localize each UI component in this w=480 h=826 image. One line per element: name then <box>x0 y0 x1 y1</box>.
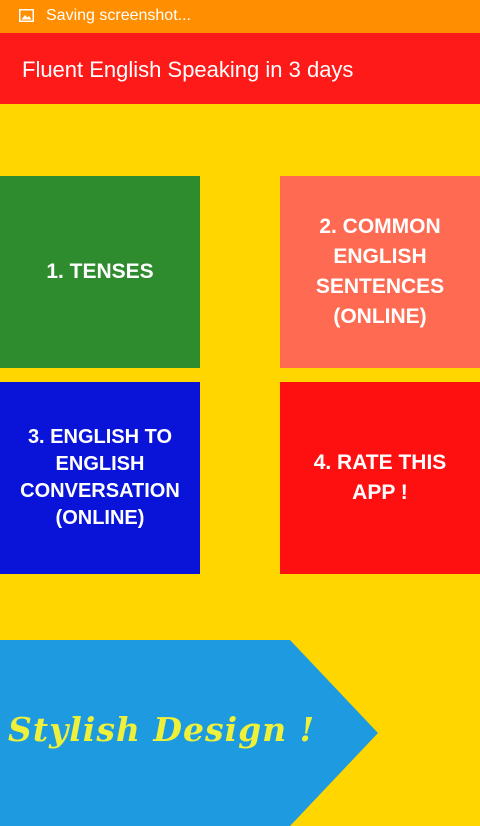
tenses-button[interactable]: 1. TENSES <box>0 176 200 368</box>
status-text: Saving screenshot... <box>46 7 191 24</box>
english-conversation-button[interactable]: 3. ENGLISH TO ENGLISH CONVERSATION (ONLI… <box>0 382 200 574</box>
common-english-sentences-button[interactable]: 2. COMMON ENGLISH SENTENCES (ONLINE) <box>280 176 480 368</box>
stylish-design-banner: Stylish Design ! <box>0 640 380 826</box>
rate-app-label: 4. RATE THIS APP ! <box>313 451 447 504</box>
image-icon <box>19 9 34 22</box>
app-bar: Fluent English Speaking in 3 days <box>0 33 480 104</box>
status-bar: Saving screenshot... <box>0 0 480 33</box>
rate-app-button[interactable]: 4. RATE THIS APP ! <box>280 382 480 574</box>
english-conversation-label: 3. ENGLISH TO ENGLISH CONVERSATION (ONLI… <box>20 426 180 529</box>
tenses-button-label: 1. TENSES <box>46 260 154 283</box>
app-title: Fluent English Speaking in 3 days <box>22 57 354 82</box>
banner-text: Stylish Design ! <box>8 710 316 749</box>
common-english-sentences-label: 2. COMMON ENGLISH SENTENCES (ONLINE) <box>315 215 445 328</box>
